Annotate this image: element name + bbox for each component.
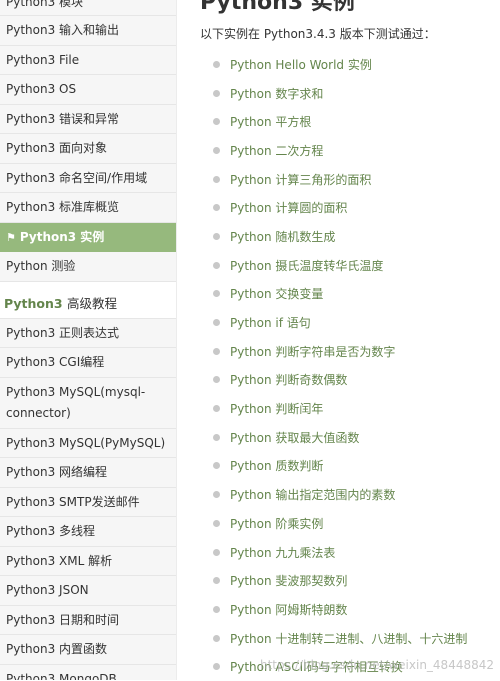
- sidebar-item-examples[interactable]: ⚑ Python3 实例: [0, 222, 176, 252]
- sidebar-item-smtp[interactable]: Python3 SMTP发送邮件: [0, 487, 176, 517]
- example-link[interactable]: Python 阿姆斯特朗数: [230, 601, 347, 618]
- list-item: Python 平方根: [200, 107, 467, 136]
- sidebar-item-file[interactable]: Python3 File: [0, 45, 176, 75]
- list-item: Python 数字求和: [200, 79, 467, 108]
- example-link[interactable]: Python 十进制转二进制、八进制、十六进制: [230, 630, 467, 647]
- example-link[interactable]: Python 判断闰年: [230, 400, 323, 417]
- list-item: Python 随机数生成: [200, 222, 467, 251]
- watermark: https://blog.csdn.net/weixin_48448842: [259, 658, 494, 672]
- list-item: Python 判断闰年: [200, 394, 467, 423]
- sidebar-item-io[interactable]: Python3 输入和输出: [0, 16, 176, 46]
- list-item: Python 阿姆斯特朗数: [200, 595, 467, 624]
- sidebar-item-threading[interactable]: Python3 多线程: [0, 517, 176, 547]
- bullet-icon: [213, 663, 220, 671]
- sidebar-item-os[interactable]: Python3 OS: [0, 75, 176, 105]
- list-item: Python 十进制转二进制、八进制、十六进制: [200, 624, 467, 653]
- bullet-icon: [213, 462, 220, 470]
- list-item: Python 斐波那契数列: [200, 566, 467, 595]
- example-link[interactable]: Python 计算三角形的面积: [230, 171, 371, 188]
- example-link[interactable]: Python 平方根: [230, 113, 311, 130]
- bullet-icon: [213, 146, 220, 154]
- sidebar-item-builtins[interactable]: Python3 内置函数: [0, 635, 176, 665]
- example-link[interactable]: Python 随机数生成: [230, 228, 335, 245]
- bullet-icon: [213, 89, 220, 97]
- bullet-icon: [213, 577, 220, 585]
- bullet-icon: [213, 433, 220, 441]
- list-item: Python 获取最大值函数: [200, 423, 467, 452]
- sidebar: Python3 模块 Python3 输入和输出 Python3 File Py…: [0, 0, 176, 680]
- bullet-icon: [213, 548, 220, 556]
- bullet-icon: [213, 118, 220, 126]
- sidebar-item-xml[interactable]: Python3 XML 解析: [0, 546, 176, 576]
- sidebar-item-quiz[interactable]: Python 测验: [0, 252, 176, 282]
- advanced-tutorial-heading: Python3 高级教程: [0, 281, 176, 319]
- list-item: Python 输出指定范围内的素数: [200, 480, 467, 509]
- list-item: Python 阶乘实例: [200, 509, 467, 538]
- bullet-icon: [213, 175, 220, 183]
- example-link[interactable]: Python 数字求和: [230, 85, 323, 102]
- list-item: Python 计算三角形的面积: [200, 165, 467, 194]
- example-link[interactable]: Python 摄氏温度转华氏温度: [230, 257, 383, 274]
- bullet-icon: [213, 232, 220, 240]
- bullet-icon: [213, 376, 220, 384]
- list-item: Python 质数判断: [200, 452, 467, 481]
- list-item: Python 计算圆的面积: [200, 193, 467, 222]
- heading-brand: Python3: [4, 295, 63, 311]
- list-item: Python 二次方程: [200, 136, 467, 165]
- list-item: Python 九九乘法表: [200, 538, 467, 567]
- example-link[interactable]: Python 判断奇数偶数: [230, 371, 347, 388]
- list-item: Python Hello World 实例: [200, 50, 467, 79]
- sidebar-item-oop[interactable]: Python3 面向对象: [0, 134, 176, 164]
- bullet-icon: [213, 605, 220, 613]
- sidebar-item-network[interactable]: Python3 网络编程: [0, 458, 176, 488]
- list-item: Python 交换变量: [200, 280, 467, 309]
- bullet-icon: [213, 290, 220, 298]
- example-list: Python Hello World 实例 Python 数字求和 Python 平…: [200, 50, 467, 681]
- bullet-icon: [213, 519, 220, 527]
- example-link[interactable]: Python 交换变量: [230, 285, 323, 302]
- example-link[interactable]: Python Hello World 实例: [230, 56, 372, 73]
- bullet-icon: [213, 261, 220, 269]
- example-link[interactable]: Python 计算圆的面积: [230, 199, 347, 216]
- sidebar-item-regex[interactable]: Python3 正则表达式: [0, 318, 176, 348]
- sidebar-item-mysql-connector[interactable]: Python3 MySQL(mysql-connector): [0, 377, 176, 429]
- bullet-icon: [213, 204, 220, 212]
- list-item: Python 判断字符串是否为数字: [200, 337, 467, 366]
- bullet-icon: [213, 60, 220, 68]
- sidebar-item-datetime[interactable]: Python3 日期和时间: [0, 605, 176, 635]
- bullet-icon: [213, 405, 220, 413]
- list-item: Python if 语句: [200, 308, 467, 337]
- sidebar-item-mongodb[interactable]: Python3 MongoDB: [0, 664, 176, 680]
- sidebar-item-errors[interactable]: Python3 错误和异常: [0, 104, 176, 134]
- sidebar-item-cgi[interactable]: Python3 CGI编程: [0, 348, 176, 378]
- sidebar-item-json[interactable]: Python3 JSON: [0, 576, 176, 606]
- bullet-icon: [213, 319, 220, 327]
- page-title: Python3 实例: [200, 0, 355, 15]
- list-item: Python 判断奇数偶数: [200, 366, 467, 395]
- example-link[interactable]: Python 输出指定范围内的素数: [230, 486, 395, 503]
- example-link[interactable]: Python 九九乘法表: [230, 544, 335, 561]
- sidebar-item-label: Python3 实例: [19, 229, 105, 244]
- example-link[interactable]: Python 获取最大值函数: [230, 429, 359, 446]
- example-link[interactable]: Python 质数判断: [230, 457, 323, 474]
- sidebar-item-namespace[interactable]: Python3 命名空间/作用域: [0, 163, 176, 193]
- tag-icon: ⚑: [6, 230, 16, 244]
- example-link[interactable]: Python 判断字符串是否为数字: [230, 343, 395, 360]
- example-link[interactable]: Python if 语句: [230, 314, 311, 331]
- sidebar-item-stdlib[interactable]: Python3 标准库概览: [0, 193, 176, 223]
- example-link[interactable]: Python 二次方程: [230, 142, 323, 159]
- sidebar-item-pymysql[interactable]: Python3 MySQL(PyMySQL): [0, 428, 176, 458]
- bullet-icon: [213, 347, 220, 355]
- heading-text: 高级教程: [66, 295, 117, 311]
- sidebar-item-module[interactable]: Python3 模块: [0, 0, 176, 16]
- content-divider: [176, 0, 191, 680]
- bullet-icon: [213, 634, 220, 642]
- list-item: Python 摄氏温度转华氏温度: [200, 251, 467, 280]
- bullet-icon: [213, 491, 220, 499]
- main-content: Python3 实例 以下实例在 Python3.4.3 版本下测试通过： Py…: [200, 0, 495, 680]
- example-link[interactable]: Python 阶乘实例: [230, 515, 323, 532]
- intro-text: 以下实例在 Python3.4.3 版本下测试通过：: [200, 27, 436, 41]
- example-link[interactable]: Python 斐波那契数列: [230, 572, 347, 589]
